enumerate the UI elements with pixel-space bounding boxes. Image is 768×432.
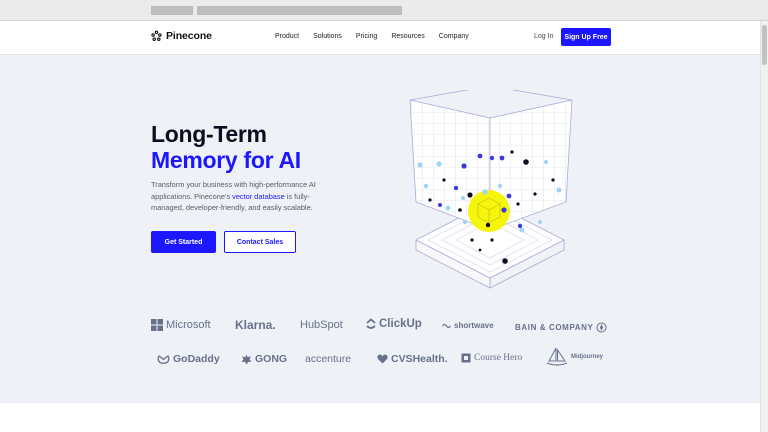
brand-name: GoDaddy xyxy=(173,353,220,365)
brand-name: Klarna. xyxy=(235,318,276,332)
menu-item-pricing[interactable]: Pricing xyxy=(356,33,377,40)
contact-sales-button[interactable]: Contact Sales xyxy=(224,231,296,253)
gong-icon xyxy=(241,354,252,364)
brand-coursehero: Course Hero xyxy=(461,353,522,363)
brand-name: Microsoft xyxy=(166,319,211,331)
brand-shortwave: shortwave xyxy=(442,321,494,330)
logo-text: Pinecone xyxy=(166,30,212,42)
coursehero-icon xyxy=(461,353,471,363)
brand-bain: BAIN & COMPANY xyxy=(515,322,607,333)
main-menu: Product Solutions Pricing Resources Comp… xyxy=(275,33,483,40)
cvs-heart-icon xyxy=(377,354,388,364)
midjourney-sailboat-icon xyxy=(546,347,568,366)
brand-clickup: ClickUp xyxy=(366,318,422,330)
brand-hubspot: HubSpot xyxy=(300,319,343,331)
brand-midjourney: Midjourney xyxy=(546,347,603,367)
signup-button[interactable]: Sign Up Free xyxy=(561,28,611,46)
pinecone-logo[interactable]: Pinecone xyxy=(151,30,212,42)
vector-database-link[interactable]: vector database xyxy=(232,192,285,201)
hero-section: Long-Term Memory for AI Transform your b… xyxy=(0,55,760,403)
brand-name: Midjourney xyxy=(571,354,604,360)
hero-title-line1: Long-Term xyxy=(151,121,267,147)
hero-subtitle: Transform your business with high-perfor… xyxy=(151,179,341,214)
clickup-icon xyxy=(366,318,376,329)
login-link[interactable]: Log In xyxy=(534,33,553,40)
top-navigation: Pinecone Product Solutions Pricing Resou… xyxy=(0,21,760,55)
brand-name: ClickUp xyxy=(379,318,422,330)
brand-godaddy: GoDaddy xyxy=(157,353,220,365)
brand-accenture: accenture xyxy=(305,353,351,365)
scrollbar-thumb[interactable] xyxy=(762,25,767,65)
page-scrollbar[interactable] xyxy=(760,21,768,432)
vector-cube-illustration xyxy=(409,90,573,289)
brand-klarna: Klarna. xyxy=(235,318,276,332)
address-bar-placeholder[interactable] xyxy=(197,6,402,15)
browser-toolbar xyxy=(0,0,768,21)
brand-name: HubSpot xyxy=(300,319,343,331)
bain-compass-icon xyxy=(596,322,607,333)
get-started-button[interactable]: Get Started xyxy=(151,231,216,253)
menu-item-solutions[interactable]: Solutions xyxy=(313,33,342,40)
pinecone-logo-icon xyxy=(151,30,162,41)
menu-item-product[interactable]: Product xyxy=(275,33,299,40)
brand-name: CVSHealth. xyxy=(391,353,448,365)
brand-name: GONG xyxy=(255,353,288,365)
browser-tab-placeholder[interactable] xyxy=(151,6,193,15)
menu-item-resources[interactable]: Resources xyxy=(391,33,424,40)
menu-item-company[interactable]: Company xyxy=(439,33,469,40)
brand-name: Course Hero xyxy=(474,353,523,363)
brand-name: shortwave xyxy=(454,321,494,330)
cube-top-edge xyxy=(409,90,573,101)
brand-name: accenture xyxy=(305,353,352,365)
brand-microsoft: Microsoft xyxy=(151,319,211,331)
next-section xyxy=(0,403,760,432)
godaddy-icon xyxy=(157,355,170,364)
microsoft-icon xyxy=(151,319,163,331)
brand-cvshealth: CVSHealth. xyxy=(377,353,448,365)
brand-name: BAIN & COMPANY xyxy=(515,323,594,332)
hero-title-line2: Memory for AI xyxy=(151,147,301,173)
shortwave-icon xyxy=(442,323,451,328)
brand-gong: GONG xyxy=(241,353,287,365)
